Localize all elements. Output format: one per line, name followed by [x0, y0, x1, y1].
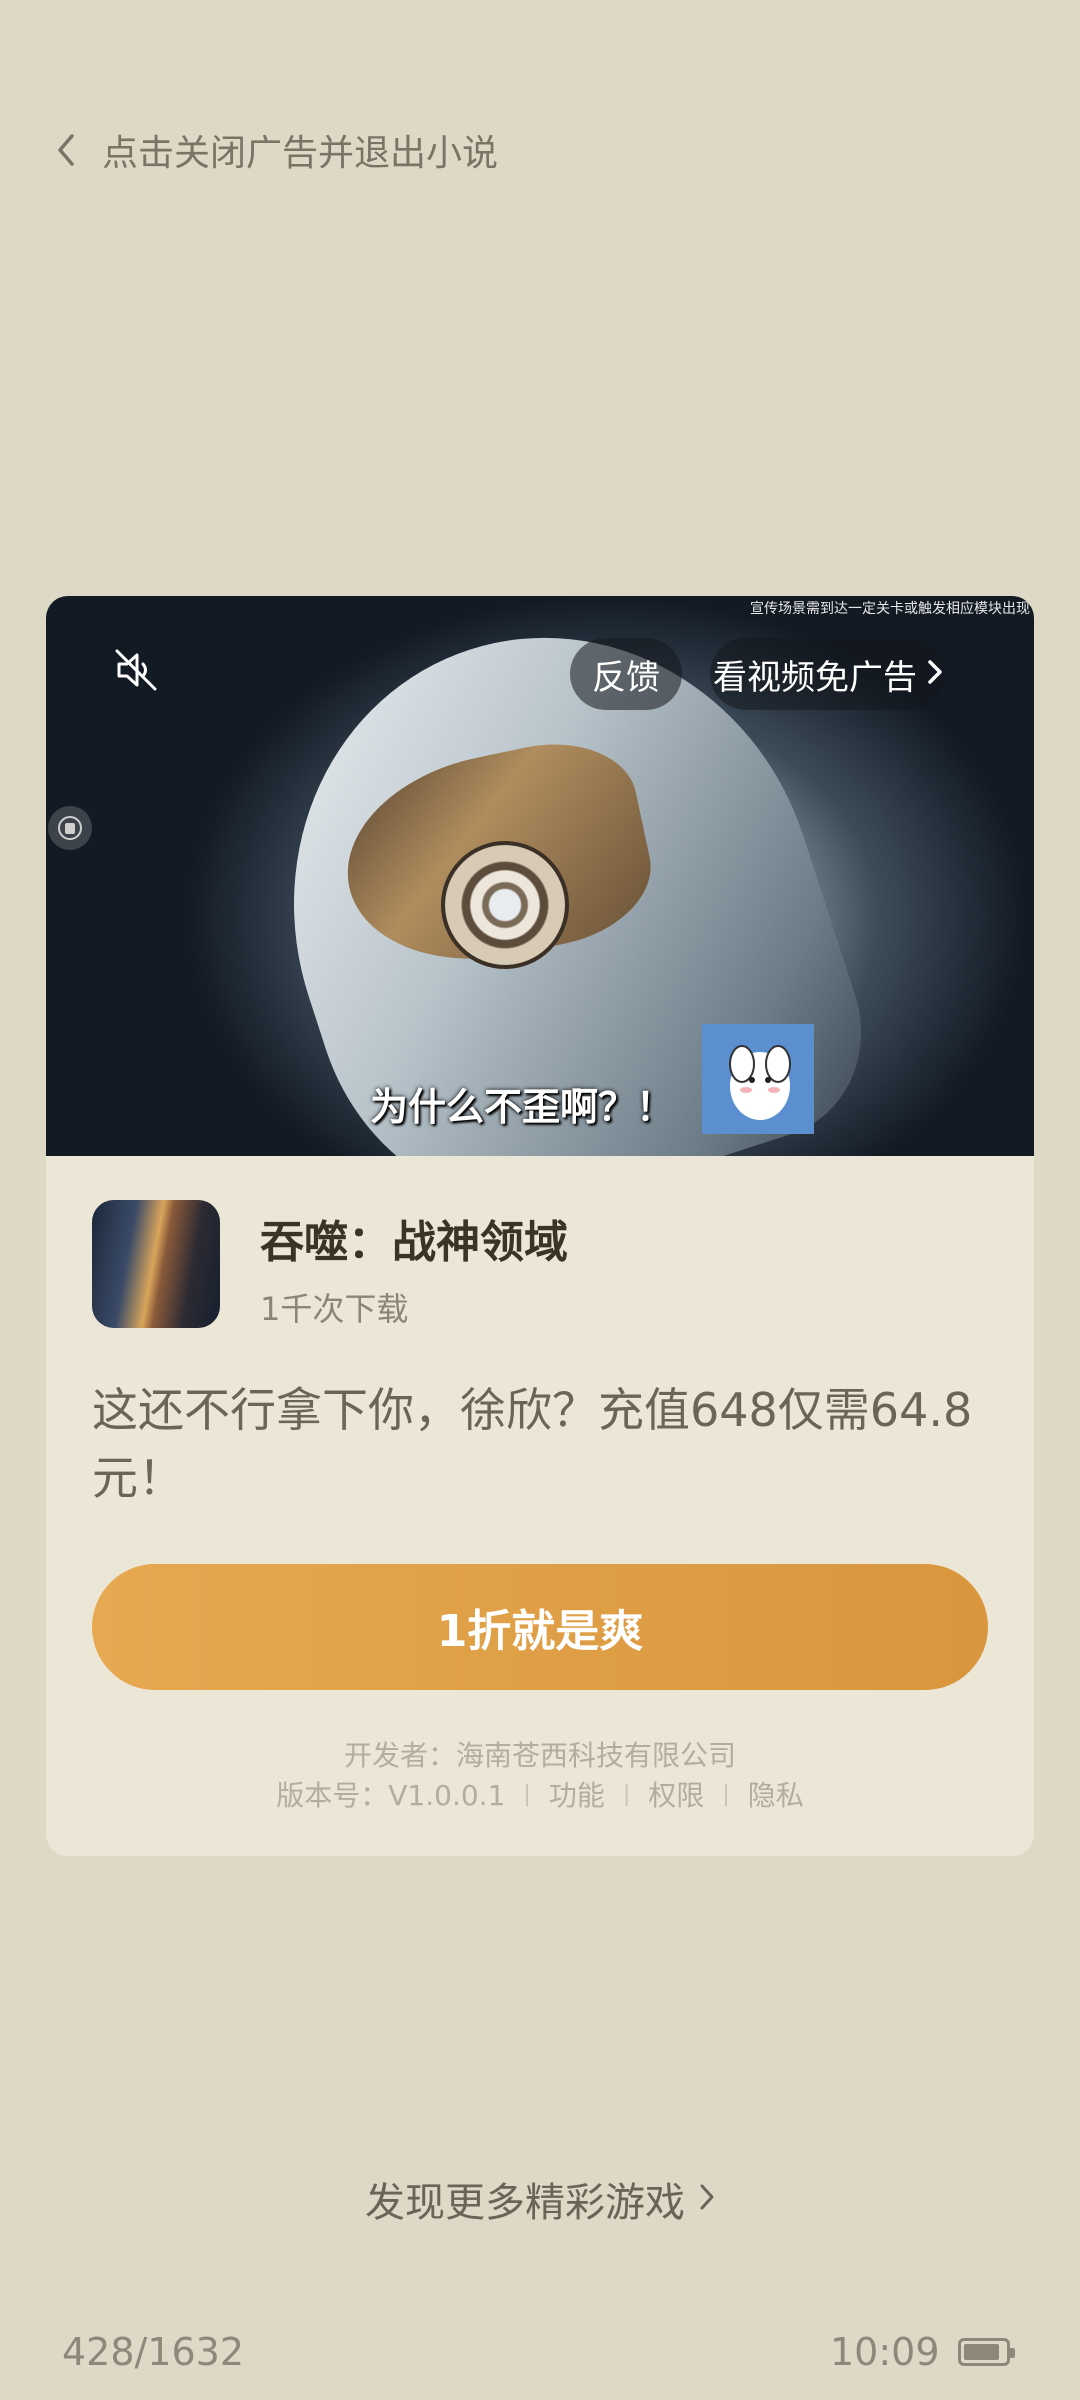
- video-disclaimer: 宣传场景需到达一定关卡或触发相应模块出现: [750, 601, 1030, 617]
- back-chevron-icon: [56, 130, 82, 170]
- ad-card: 宣传场景需到达一定关卡或触发相应模块出现 反馈 看视频免广告 为什么不歪啊？！: [46, 596, 1034, 1856]
- close-ad-bar[interactable]: 点击关闭广告并退出小说: [56, 120, 498, 180]
- ad-video[interactable]: 宣传场景需到达一定关卡或触发相应模块出现 反馈 看视频免广告 为什么不歪啊？！: [46, 596, 1034, 1156]
- video-subtitle: 为什么不歪啊？！: [370, 1085, 675, 1129]
- video-scene-dial: [441, 841, 569, 969]
- more-games-label: 发现更多精彩游戏: [365, 2180, 685, 2226]
- permissions-link[interactable]: 权限: [648, 1774, 704, 1814]
- feedback-label: 反馈: [592, 657, 660, 698]
- clock: 10:09: [830, 2330, 940, 2374]
- chevron-right-icon: [699, 2176, 715, 2222]
- download-count: 1千次下载: [260, 1290, 409, 1328]
- side-badge-icon: [48, 806, 92, 850]
- privacy-link[interactable]: 隐私: [748, 1774, 804, 1814]
- app-name: 吞噬：战神领域: [260, 1217, 568, 1268]
- developer-info: 开发者：海南苍西科技有限公司: [343, 1739, 736, 1772]
- feedback-button[interactable]: 反馈: [570, 638, 682, 710]
- version-info: 版本号：V1.0.0.1: [276, 1779, 506, 1812]
- skip-label: 看视频免广告: [713, 657, 917, 698]
- battery-icon: [958, 2338, 1015, 2366]
- divider: |: [622, 1781, 631, 1807]
- app-meta-links: 版本号：V1.0.0.1 | 功能 | 权限 | 隐私: [46, 1774, 1034, 1814]
- app-icon: [92, 1200, 220, 1328]
- battery-nub: [1010, 2348, 1015, 2358]
- divider: |: [722, 1781, 730, 1807]
- chevron-right-icon: [927, 654, 943, 694]
- cta-button[interactable]: 1折就是爽: [92, 1564, 988, 1690]
- reading-progress: 428/1632: [62, 2330, 245, 2374]
- close-ad-text: 点击关闭广告并退出小说: [102, 133, 499, 174]
- features-link[interactable]: 功能: [549, 1774, 605, 1814]
- dog-sticker-image: [702, 1024, 814, 1134]
- more-games-link[interactable]: 发现更多精彩游戏: [0, 2170, 1080, 2228]
- divider: |: [523, 1781, 531, 1807]
- mute-icon[interactable]: [108, 642, 164, 698]
- cta-label: 1折就是爽: [436, 1606, 644, 1657]
- ad-description: 这还不行拿下你，徐欣？充值648仅需64.8元！: [92, 1383, 973, 1505]
- battery-level: [964, 2344, 1000, 2360]
- watch-video-skip-ad-button[interactable]: 看视频免广告: [710, 638, 946, 710]
